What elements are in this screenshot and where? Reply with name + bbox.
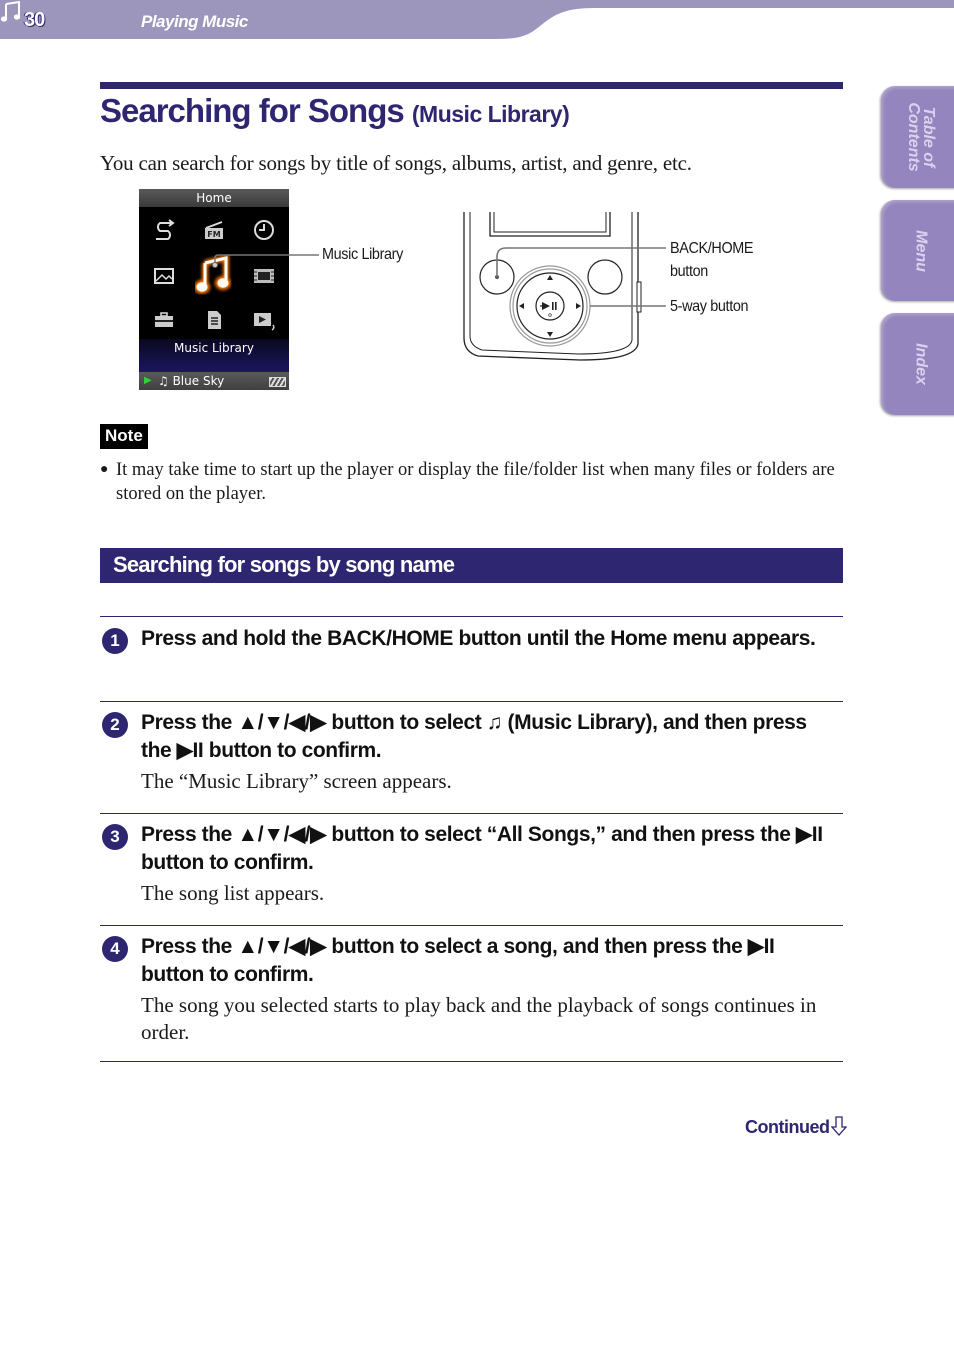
step-divider (100, 813, 843, 814)
step-number-badge: 1 (102, 628, 128, 654)
continued-link[interactable]: Continued (745, 1116, 848, 1138)
step-instruction: Press the ▲/▼/◀/▶ button to select a son… (141, 935, 775, 986)
music-note-icon (0, 0, 21, 22)
clock-icon (254, 220, 274, 240)
page-title-main: Searching for Songs (100, 92, 405, 129)
arrow-down-icon (831, 1116, 848, 1136)
device-controls-illustration (463, 212, 666, 361)
step-result: The song you selected starts to play bac… (141, 993, 817, 1044)
note-badge: Note (100, 424, 148, 449)
section-heading-text: Searching for songs by song name (113, 552, 455, 577)
document-list-icon (208, 311, 221, 329)
svg-text:FM: FM (207, 230, 220, 239)
tab-table-of-contents[interactable]: Table of Contents (881, 86, 954, 188)
player-screen: Home FM Music Library ▶ ♫ Blue Sky (139, 189, 289, 390)
note-item-text: It may take time to start up the player … (116, 460, 835, 504)
intro-text: You can search for songs by title of son… (100, 151, 692, 175)
tab-label: Table of Contents (905, 102, 937, 172)
step-number-badge: 2 (102, 712, 128, 738)
tab-index[interactable]: Index (881, 313, 954, 415)
screen-header: Home (139, 189, 289, 207)
now-playing-track: ♫ Blue Sky (158, 374, 225, 388)
fm-radio-icon: FM (205, 221, 223, 239)
tab-label: Menu (912, 229, 930, 272)
page-header: 30 Playing Music (0, 0, 954, 40)
step-instruction: Press the ▲/▼/◀/▶ button to select “All … (141, 823, 823, 874)
step-instruction: Press and hold the BACK/HOME button unti… (141, 627, 816, 650)
step-divider (100, 616, 843, 617)
callout-5-way-button: 5-way button (670, 298, 749, 315)
screen-selected-label: Music Library (174, 341, 254, 355)
step-divider (100, 701, 843, 702)
photo-icon (154, 268, 174, 284)
play-indicator-icon: ▶ (144, 375, 152, 386)
title-rule (100, 82, 843, 89)
page-title-sub: (Music Library) (411, 101, 570, 127)
note-item: ● It may take time to start up the playe… (100, 458, 840, 506)
repeat-icon (156, 219, 175, 240)
now-playing-icon (254, 313, 275, 331)
step-result: The “Music Library” screen appears. (141, 769, 452, 793)
section-heading: Searching for songs by song name (100, 548, 843, 583)
toolbox-icon (155, 312, 173, 327)
section-title: Playing Music (141, 12, 248, 31)
step-result: The song list appears. (141, 881, 325, 905)
battery-icon (269, 377, 286, 387)
callout-music-library: Music Library (322, 246, 403, 263)
page-title: Searching for Songs (Music Library) (100, 92, 570, 130)
step-divider (100, 1061, 843, 1062)
step-number-badge: 3 (102, 824, 128, 850)
callout-back-home-button: BACK/HOME button (670, 240, 754, 280)
bullet-icon: ● (100, 462, 109, 477)
tab-label: Index (912, 343, 930, 385)
step-number-badge: 4 (102, 936, 128, 962)
page-number: 30 (24, 9, 45, 31)
step-divider (100, 925, 843, 926)
track-title: Blue Sky (172, 374, 225, 388)
music-library-callout-line (212, 254, 319, 268)
tab-menu[interactable]: Menu (881, 200, 954, 301)
continued-label: Continued (745, 1117, 830, 1137)
screen-status-bar: ▶ ♫ Blue Sky (139, 372, 289, 390)
step-instruction: Press the ▲/▼/◀/▶ button to select ♫ (Mu… (141, 711, 807, 762)
